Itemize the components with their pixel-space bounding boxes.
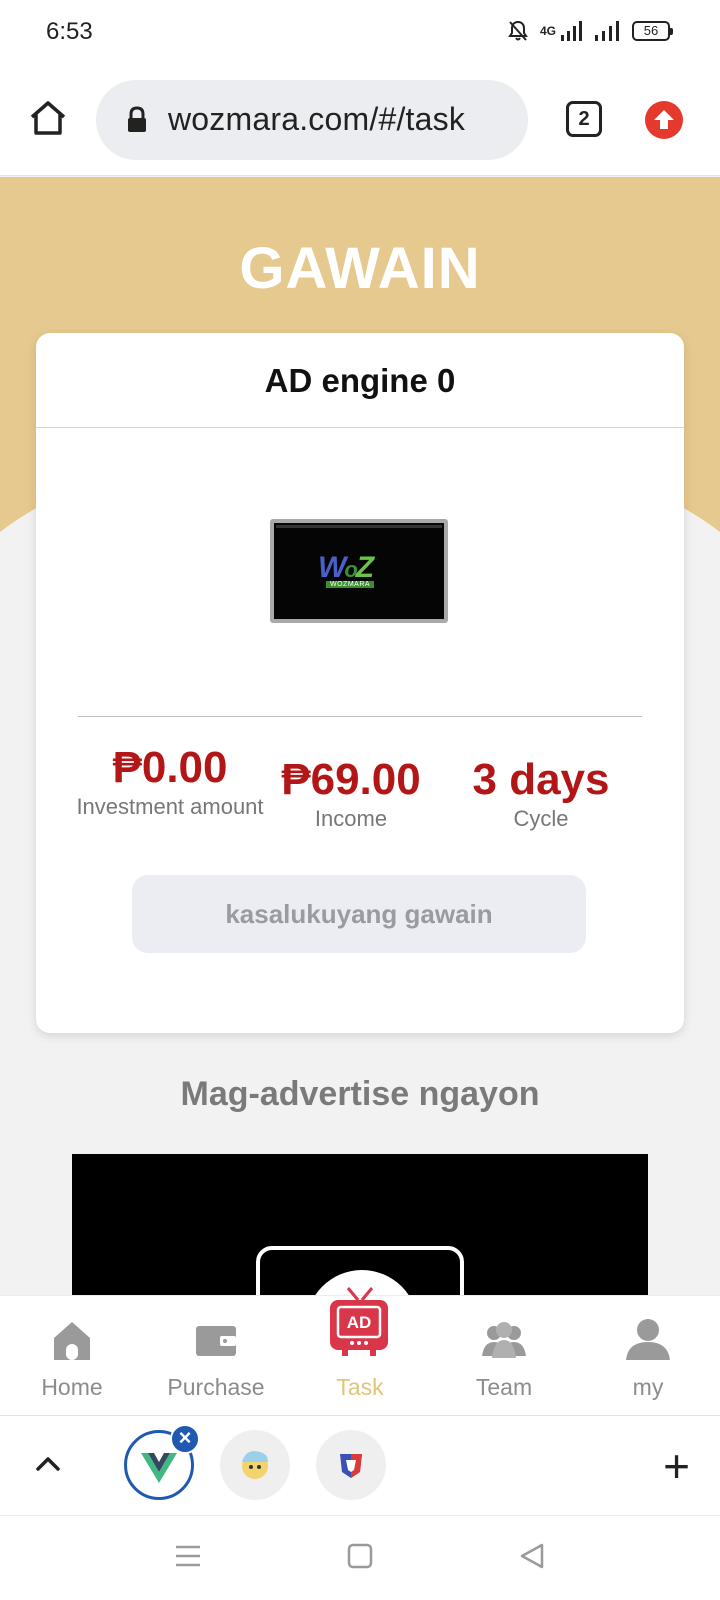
team-icon [482, 1322, 526, 1358]
status-bar: 6:53 4G 56 [0, 0, 720, 64]
stat-cycle-label: Cycle [513, 806, 569, 831]
update-button[interactable] [645, 101, 683, 139]
menu-icon[interactable] [174, 1542, 202, 1570]
home-icon [54, 1322, 90, 1360]
square-home-icon[interactable] [346, 1542, 374, 1570]
section-title: Mag-advertise ngayon [180, 1075, 540, 1113]
battery-icon: 56 [632, 21, 673, 41]
app-shield-icon [340, 1454, 362, 1478]
page-content: GAWAIN AD engine 0 WoZ WOZMARA ₱0.00 Inv… [0, 177, 720, 1295]
advertise-video[interactable] [72, 1154, 648, 1295]
bell-off-icon [508, 20, 528, 41]
tab-purchase-label: Purchase [167, 1374, 265, 1400]
card-divider [78, 716, 642, 717]
ad-tv-icon: AD [330, 1287, 388, 1356]
new-tab-button[interactable]: + [663, 1443, 690, 1489]
stat-income-value: ₱69.00 [281, 755, 421, 804]
app-avatar-icon [242, 1451, 268, 1479]
signal-icon-2 [595, 21, 619, 41]
tab-team[interactable]: Team [432, 1296, 576, 1416]
page-title: GAWAIN [239, 236, 481, 301]
stat-cycle: 3 days Cycle [456, 755, 626, 831]
card-title: AD engine 0 [36, 333, 684, 428]
tab-task[interactable]: AD Task [288, 1287, 432, 1416]
bottom-tab-bar: Home Purchase AD Task Team my [0, 1287, 720, 1416]
wallet-icon [196, 1326, 236, 1356]
signal-icon-1 [561, 21, 582, 41]
logo-letter-o: o [344, 557, 358, 582]
task-card: AD engine 0 WoZ WOZMARA ₱0.00 Investment… [36, 333, 684, 1033]
tab-team-label: Team [475, 1374, 533, 1400]
app-bubble-3[interactable] [316, 1430, 386, 1500]
close-bubble-button[interactable]: × [170, 1424, 200, 1454]
chevron-up-icon[interactable] [34, 1450, 62, 1478]
ad-image: WoZ WOZMARA [270, 519, 448, 623]
woz-logo: WoZ [318, 551, 374, 585]
app-bubble-2[interactable] [220, 1430, 290, 1500]
tab-task-label: Task [336, 1374, 384, 1400]
url-text: wozmara.com/#/task [168, 101, 466, 137]
stat-investment-value: ₱0.00 [112, 743, 228, 792]
tab-my[interactable]: my [576, 1296, 720, 1416]
back-triangle-icon[interactable] [518, 1542, 546, 1570]
browser-home-button[interactable] [28, 98, 68, 138]
status-time: 6:53 [46, 18, 93, 45]
stat-investment-label: Investment amount [76, 794, 264, 819]
home-icon [30, 101, 66, 135]
system-nav-bar [0, 1515, 720, 1600]
tab-home[interactable]: Home [0, 1296, 144, 1416]
stat-income: ₱69.00 Income [276, 755, 426, 831]
browser-bottom-toolbar: × + [0, 1415, 720, 1515]
ad-screen: WoZ WOZMARA [274, 523, 444, 619]
screen-top-bar [276, 525, 442, 528]
lock-icon [128, 106, 146, 132]
tabs-count-button[interactable]: 2 [566, 101, 602, 137]
logo-subtitle: WOZMARA [326, 581, 375, 588]
logo-letter-z: Z [355, 551, 374, 584]
arrow-up-icon [654, 110, 674, 129]
status-icons: 4G 56 [508, 20, 673, 42]
browser-toolbar: wozmara.com/#/task 2 [0, 64, 720, 176]
stat-cycle-value: 3 days [472, 755, 610, 804]
tab-my-label: my [632, 1374, 664, 1400]
network-label: 4G [539, 24, 556, 38]
current-task-button[interactable]: kasalukuyang gawain [132, 875, 586, 953]
logo-letter-w: W [318, 551, 346, 584]
address-bar[interactable]: wozmara.com/#/task [96, 80, 528, 160]
ad-badge-text: AD [347, 1313, 372, 1332]
stat-investment: ₱0.00 Investment amount [76, 743, 264, 819]
stat-income-label: Income [314, 806, 388, 831]
user-icon [626, 1319, 670, 1360]
tab-purchase[interactable]: Purchase [144, 1296, 288, 1416]
tab-home-label: Home [41, 1374, 103, 1400]
